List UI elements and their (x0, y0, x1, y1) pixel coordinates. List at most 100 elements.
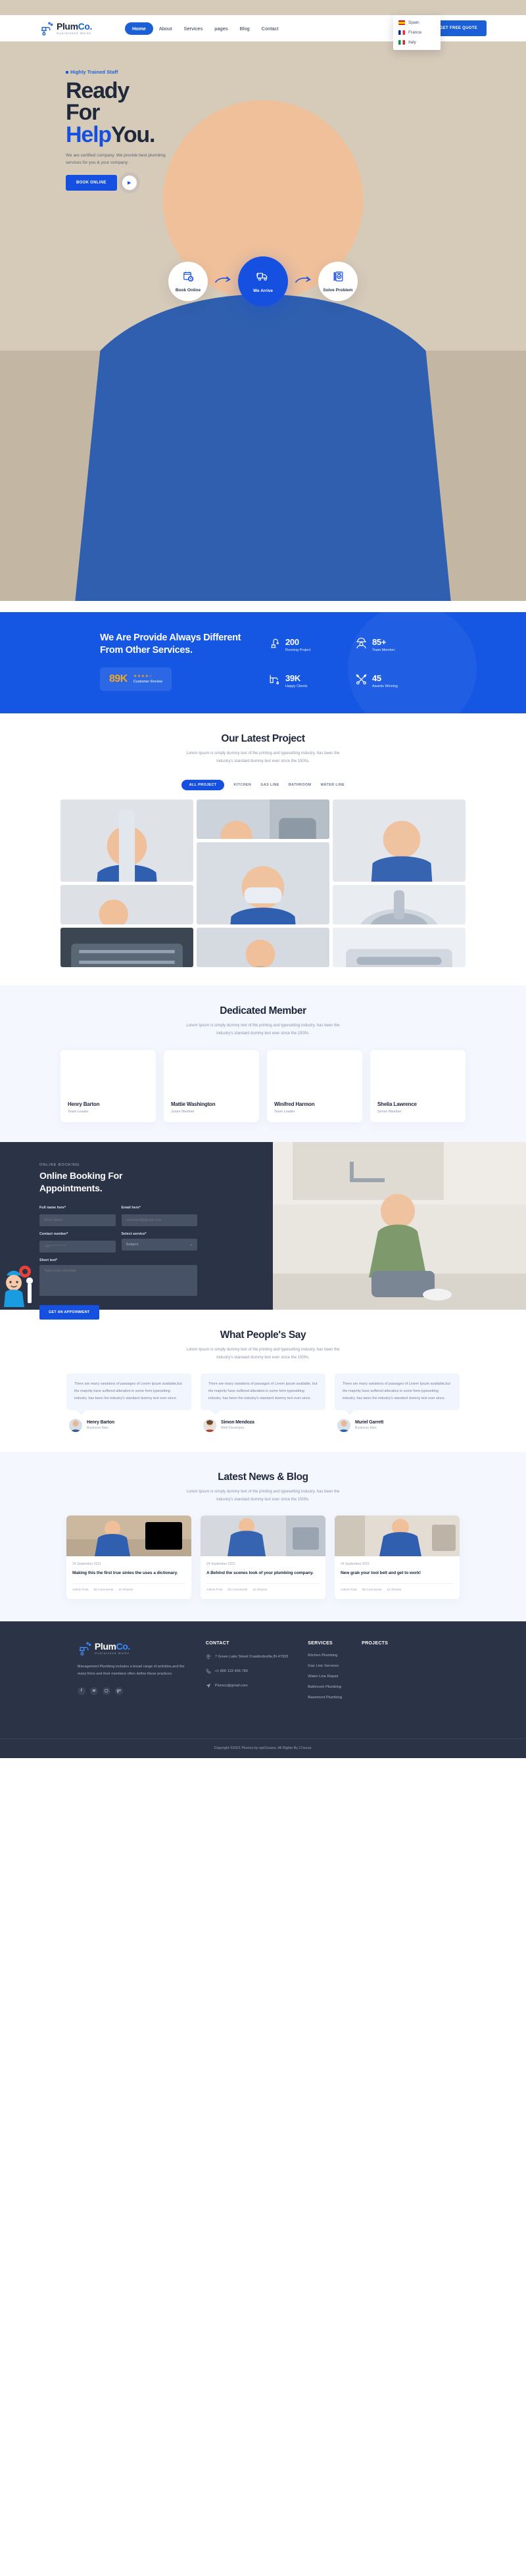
short-text-input[interactable] (39, 1264, 197, 1296)
post-meta-comments: 05 Comments (362, 1588, 382, 1592)
language-option-label: Italy (408, 40, 416, 45)
delivery-truck-icon (256, 270, 270, 286)
project-thumb[interactable] (60, 799, 193, 882)
testimonial-quote: There are many variations of passages of… (208, 1382, 318, 1401)
play-video-button[interactable]: ▶ (122, 175, 137, 190)
instagram-icon[interactable]: ▢ (102, 1686, 110, 1695)
language-option-italy[interactable]: Italy (393, 37, 441, 47)
footer-contact-column: CONTACT 7 Green Lake Street Crawfordsvil… (206, 1641, 288, 1719)
footer-service-link[interactable]: Bathroom Plumbing (308, 1685, 342, 1689)
nav-item-home[interactable]: Home (125, 22, 153, 35)
member-role: Team Leader (68, 1109, 89, 1114)
full-name-input[interactable] (39, 1214, 116, 1226)
review-meta: ★★★★☆ Customer Review (133, 674, 162, 684)
stat-item: 39K Happy Clients (268, 672, 346, 691)
faucet-logo-icon (78, 1641, 92, 1656)
facebook-icon[interactable]: f (77, 1686, 85, 1695)
nav-item-services[interactable]: Services (178, 22, 208, 35)
footer-brand-text: PlumCo. Guaranteed Works (95, 1642, 130, 1655)
booking-form: Full name here* Email here* Contact numb… (39, 1206, 197, 1320)
brand-logo[interactable]: PlumCo. Guaranteed Works (39, 21, 92, 36)
project-thumb[interactable] (197, 799, 329, 840)
project-thumb[interactable] (333, 928, 466, 968)
blog-post-card[interactable]: 24 September 2021 A Behind the scenes lo… (201, 1515, 325, 1600)
stat-text: 200 Running Project (285, 638, 310, 652)
step-book-online[interactable]: Book Online (168, 262, 208, 301)
nav-item-blog[interactable]: Blog (234, 22, 256, 35)
footer-phone[interactable]: +1 800 123 456 789 (206, 1668, 288, 1677)
main-navigation: PlumCo. Guaranteed Works Home About Serv… (0, 15, 526, 41)
contact-number-input[interactable] (39, 1240, 116, 1252)
footer-project-thumb[interactable] (0, 0, 526, 1719)
project-thumb[interactable] (197, 928, 329, 968)
project-thumb[interactable] (197, 842, 329, 925)
language-option-spain[interactable]: Spain (393, 18, 441, 28)
team-member-card[interactable]: Winifred Harmon Team Leader (0, 0, 526, 1122)
nav-item-pages[interactable]: pages (208, 22, 233, 35)
project-thumb[interactable] (333, 799, 466, 882)
member-photo (0, 0, 526, 1095)
filter-water-line[interactable]: WATER LINE (320, 780, 345, 790)
filter-all-project[interactable]: ALL PROJECT (181, 780, 225, 791)
testimonial-card: There are many variations of passages of… (201, 1373, 325, 1432)
team-member-card[interactable]: Henry Barton Team Leader (0, 0, 526, 1122)
filter-bathroom[interactable]: BATHROOM (289, 780, 312, 790)
booking-form-panel: ONLINE BOOKING Online Booking For Appoin… (0, 1141, 273, 1320)
google-plus-icon[interactable]: g+ (114, 1686, 123, 1695)
stat-item: 200 Running Project (268, 636, 346, 655)
footer-project-thumb[interactable] (0, 0, 526, 1719)
footer-service-link[interactable]: Kitchen Plumbing (308, 1654, 342, 1658)
testimonial-name: Henry Barton (87, 1420, 114, 1425)
post-meta: Admin Post 05 Comments 10 Shares (206, 1583, 320, 1592)
post-meta-author: Admin Post (206, 1588, 223, 1592)
footer-email[interactable]: Plumco@gmail.com (206, 1682, 288, 1691)
testimonial-person: Muriel Garrett Business Man (335, 1418, 460, 1432)
step-we-arrive[interactable]: We Arrive (238, 256, 288, 306)
select-service-dropdown[interactable]: Subject ⌄ (121, 1238, 197, 1251)
post-image (335, 1515, 460, 1557)
team-member-card[interactable]: Mattie Washington Junior Member (0, 0, 526, 1122)
stat-label: Team Member (372, 648, 395, 653)
project-thumb[interactable] (60, 885, 193, 925)
step-label: We Arrive (253, 289, 273, 293)
footer-project-thumb[interactable] (0, 0, 526, 1685)
team-member-card[interactable]: Shelia Lawrence Senior Member (0, 0, 526, 1122)
footer-service-link[interactable]: Gas Line Services (308, 1664, 342, 1668)
twitter-icon[interactable]: w (89, 1686, 98, 1695)
filter-gas-line[interactable]: GAS LINE (260, 780, 279, 790)
blog-post-card[interactable]: 24 September 2021 New grab your tool bel… (335, 1515, 460, 1600)
project-thumb[interactable] (60, 928, 193, 968)
testimonial-person: Henry Barton Business Man (66, 1418, 191, 1432)
blog-post-card[interactable]: 24 September 2021 Making this the first … (66, 1515, 191, 1600)
footer-service-link[interactable]: Basement Plumbing (308, 1696, 342, 1700)
language-option-france[interactable]: France (393, 28, 441, 37)
get-appointment-button[interactable]: GET AN APPOINMENT (39, 1304, 99, 1320)
language-dropdown[interactable]: Spain France Italy (393, 15, 441, 50)
post-body: 24 September 2021 A Behind the scenes lo… (201, 1556, 325, 1599)
arrow-right-icon (214, 275, 231, 287)
project-thumb[interactable] (333, 885, 466, 925)
projects-section: Our Latest Project Lorem Ipsum is simply… (0, 713, 526, 986)
footer-service-link[interactable]: Water Line Repair (308, 1675, 342, 1679)
nav-item-contact[interactable]: Contact (256, 22, 285, 35)
footer-logo[interactable]: PlumCo. Guaranteed Works (78, 1641, 186, 1656)
post-date: 24 September 2021 (72, 1562, 101, 1567)
nav-item-about[interactable]: About (153, 22, 178, 35)
faucet-logo-icon (39, 21, 54, 36)
step-solve-problem[interactable]: Solve Problem (318, 262, 358, 301)
member-photo (0, 0, 526, 1095)
chevron-down-icon: ⌄ (189, 1242, 193, 1247)
email-input[interactable] (121, 1214, 197, 1226)
footer-project-thumb[interactable] (0, 0, 526, 1685)
filter-kitchen[interactable]: KITCHEN (233, 780, 251, 790)
footer-project-thumb[interactable] (0, 0, 526, 1685)
blog-header: Latest News & Blog Lorem Ipsum is simply… (0, 1452, 526, 1516)
book-online-button[interactable]: BOOK ONLINE (66, 174, 117, 191)
footer-project-thumb[interactable] (0, 0, 526, 1719)
blog-section: Latest News & Blog Lorem Ipsum is simply… (0, 1451, 526, 1622)
team-grid: Henry Barton Team Leader Mattie Washingt… (0, 0, 526, 1122)
booking-title: Online Booking For Appointments. (39, 1170, 123, 1193)
post-meta-shares: 10 Shares (252, 1588, 268, 1592)
projects-title: Our Latest Project (221, 732, 305, 744)
checklist-tools-icon (333, 271, 344, 285)
